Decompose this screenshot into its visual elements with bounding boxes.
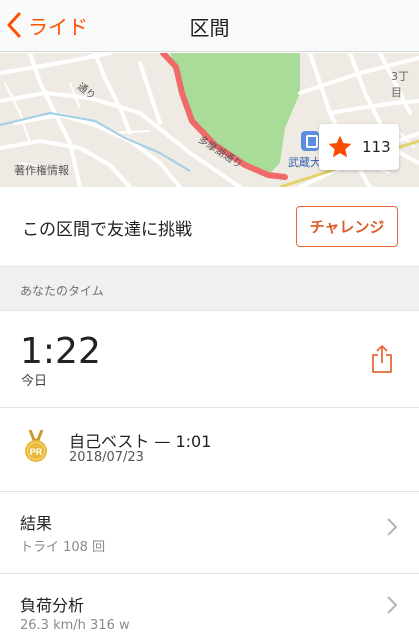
results-title: 結果: [20, 514, 53, 533]
pr-medal-icon: PR: [24, 429, 48, 464]
personal-best-date: 2018/07/23: [69, 450, 144, 465]
page-title: 区間: [189, 16, 230, 40]
map-area-label: 3丁目: [391, 70, 409, 99]
section-header-text: あなたのタイム: [20, 284, 104, 298]
share-button[interactable]: [370, 344, 394, 374]
results-row[interactable]: 結果 トライ 108 回: [0, 492, 419, 574]
load-analysis-title: 負荷分析: [20, 596, 85, 615]
section-header-your-time: あなたのタイム: [0, 266, 419, 311]
pr-badge-text: PR: [30, 447, 43, 457]
map-copyright-link[interactable]: 著作権情報: [14, 162, 69, 178]
star-count: 113: [362, 138, 391, 156]
share-icon: [372, 345, 392, 373]
star-icon: [328, 135, 352, 158]
personal-best-title: 自己ベスト — 1:01: [69, 432, 212, 451]
chevron-right-icon: [387, 596, 398, 614]
effort-date: 今日: [21, 374, 48, 389]
load-analysis-row[interactable]: 負荷分析 26.3 km/h 316 w: [0, 574, 419, 640]
your-time-row: 1:22 今日: [0, 311, 419, 408]
train-station-icon: [301, 131, 319, 151]
results-subtitle: トライ 108 回: [20, 540, 106, 555]
map-station-label: 武蔵大: [288, 156, 321, 169]
chevron-right-icon: [387, 518, 398, 536]
navigation-bar: ライド 区間: [0, 0, 419, 52]
challenge-text: この区間で友達に挑戦: [22, 220, 192, 240]
load-analysis-subtitle: 26.3 km/h 316 w: [20, 618, 130, 633]
challenge-button[interactable]: チャレンジ: [296, 206, 398, 247]
star-segment-button[interactable]: 113: [319, 124, 399, 170]
elapsed-time: 1:22: [20, 331, 101, 372]
